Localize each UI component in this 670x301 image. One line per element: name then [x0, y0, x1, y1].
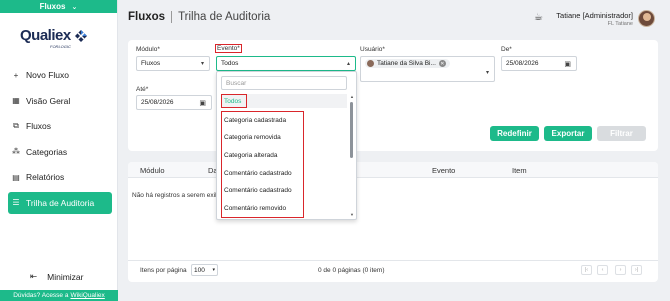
calendar-icon[interactable]: ▣	[564, 60, 571, 68]
caret-down-icon: ▾	[200, 61, 204, 67]
filter-panel: Módulo* Fluxos ▾ Evento* Todos ▴ Usuário…	[128, 40, 658, 151]
flow-icon: ⧉	[13, 121, 19, 130]
last-page-icon[interactable]: ›|	[631, 265, 642, 275]
per-page-value: 100	[194, 266, 205, 274]
sidebar-item-novo-fluxo[interactable]: + Novo Fluxo	[8, 64, 112, 86]
caret-down-icon: ▾	[212, 267, 215, 273]
caret-down-icon: ▾	[485, 70, 489, 76]
avatar[interactable]	[638, 10, 655, 27]
empty-message: Não há registros a serem exibi	[132, 192, 221, 199]
first-page-icon[interactable]: |‹	[581, 265, 592, 275]
evento-select[interactable]: Todos ▴	[216, 56, 356, 71]
table-header: Módulo Dat Evento Item	[128, 162, 658, 178]
sidebar-item-label: Relatórios	[26, 172, 65, 182]
logo-subtext: FORLOGIC	[50, 44, 71, 49]
wiki-prefix: Dúvidas? Acesse a	[13, 292, 69, 299]
sidebar-item-label: Fluxos	[26, 121, 52, 131]
sidebar-item-fluxos[interactable]: ⧉ Fluxos	[8, 115, 112, 137]
collapse-icon: ⇤	[30, 271, 38, 281]
page-title-sub: Trilha de Auditoria	[178, 11, 271, 23]
modulo-value: Fluxos	[141, 60, 161, 67]
sidebar-item-label: Novo Fluxo	[26, 70, 69, 80]
coffee-cup-icon[interactable]: ☕	[534, 12, 543, 23]
column-header-modulo[interactable]: Módulo	[140, 166, 165, 175]
usuario-label: Usuário*	[360, 46, 385, 53]
results-table: Módulo Dat Evento Item Não há registros …	[128, 162, 658, 282]
logo-mark-icon	[74, 29, 87, 42]
dropdown-search-placeholder: Buscar	[226, 79, 247, 87]
minimize-button[interactable]: ⇤ Minimizar	[30, 271, 84, 282]
scroll-down-icon[interactable]: ▼	[350, 212, 354, 217]
sidebar-nav: + Novo Fluxo ▦ Visão Geral ⧉ Fluxos ⁂ Ca…	[8, 64, 112, 217]
sidebar-item-categorias[interactable]: ⁂ Categorias	[8, 141, 112, 163]
de-label: De*	[501, 46, 512, 53]
wiki-link[interactable]: WikiQualiex	[70, 292, 104, 299]
user-chip-avatar	[367, 60, 374, 67]
title-divider	[171, 11, 173, 23]
user-subtitle: FL Tatiane	[607, 21, 633, 27]
per-page-label: Itens por página	[140, 267, 187, 274]
sidebar-item-relatorios[interactable]: ▤ Relatórios	[8, 166, 112, 188]
prev-page-icon[interactable]: ‹	[597, 265, 608, 275]
dropdown-scrollbar[interactable]	[350, 102, 353, 158]
options-highlight-box	[221, 111, 304, 218]
ate-value: 25/08/2026	[141, 99, 174, 106]
evento-value: Todos	[221, 60, 239, 67]
audit-icon: ☰	[12, 198, 20, 207]
column-header-item[interactable]: Item	[512, 166, 527, 175]
chevron-down-icon: ⌄	[71, 3, 78, 11]
module-label: Fluxos	[39, 2, 66, 11]
exportar-button[interactable]: Exportar	[544, 126, 592, 141]
sidebar-item-label: Categorias	[26, 146, 68, 157]
categories-icon: ⁂	[12, 147, 20, 156]
module-selector[interactable]: Fluxos ⌄	[0, 0, 117, 13]
sidebar-item-label: Visão Geral	[26, 95, 71, 106]
column-header-evento[interactable]: Evento	[432, 166, 455, 175]
remove-chip-icon[interactable]: ✕	[438, 60, 446, 67]
page-title-main: Fluxos	[128, 11, 166, 23]
modulo-select[interactable]: Fluxos ▾	[136, 56, 210, 71]
page-title: Fluxos Trilha de Auditoria	[128, 11, 270, 23]
user-name[interactable]: Tatiane [Administrador]	[556, 11, 633, 20]
page-info: 0 de 0 páginas (0 item)	[318, 267, 385, 274]
de-date-input[interactable]: 25/08/2026 ▣	[501, 56, 577, 71]
per-page-select[interactable]: 100 ▾	[191, 264, 218, 276]
dropdown-search-input[interactable]: Buscar	[221, 76, 347, 90]
todos-highlight-box	[221, 94, 247, 108]
sidebar-item-trilha-de-auditoria[interactable]: ☰ Trilha de Auditoria	[8, 191, 112, 214]
wiki-help-bar: Dúvidas? Acesse a WikiQualiex	[0, 290, 118, 301]
scroll-up-icon[interactable]: ▲	[350, 94, 354, 99]
next-page-icon[interactable]: ›	[615, 265, 626, 275]
filtrar-button[interactable]: Filtrar	[597, 126, 646, 141]
user-chip: Tatiane da Silva Bi... ✕	[365, 59, 450, 68]
calendar-icon[interactable]: ▣	[199, 99, 206, 107]
table-footer: Itens por página 100 ▾ 0 de 0 páginas (0…	[128, 260, 658, 280]
redefinir-button[interactable]: Redefinir	[490, 126, 539, 141]
evento-dropdown-menu: Buscar Todos Categoria cadastrada Catego…	[216, 71, 357, 220]
logo: Qualiex FORLOGIC	[20, 27, 88, 49]
minimize-label: Minimizar	[47, 271, 84, 282]
caret-up-icon: ▴	[346, 61, 350, 67]
evento-label: Evento*	[215, 44, 242, 53]
plus-icon: +	[13, 70, 19, 80]
sidebar-item-visao-geral[interactable]: ▦ Visão Geral	[8, 90, 112, 112]
user-chip-label: Tatiane da Silva Bi...	[377, 60, 436, 67]
report-icon: ▤	[12, 172, 20, 182]
logo-text: Qualiex	[20, 27, 71, 44]
usuario-select[interactable]: Tatiane da Silva Bi... ✕ ▾	[360, 56, 495, 82]
ate-label: Até*	[136, 86, 149, 93]
modulo-label: Módulo*	[136, 46, 160, 53]
sidebar-item-label: Trilha de Auditoria	[26, 197, 95, 208]
sidebar: Fluxos ⌄ Qualiex FORLOGIC + Novo Fluxo ▦…	[0, 0, 118, 301]
ate-date-input[interactable]: 25/08/2026 ▣	[136, 95, 212, 110]
de-value: 25/08/2026	[506, 60, 539, 67]
dashboard-icon: ▦	[12, 96, 20, 105]
